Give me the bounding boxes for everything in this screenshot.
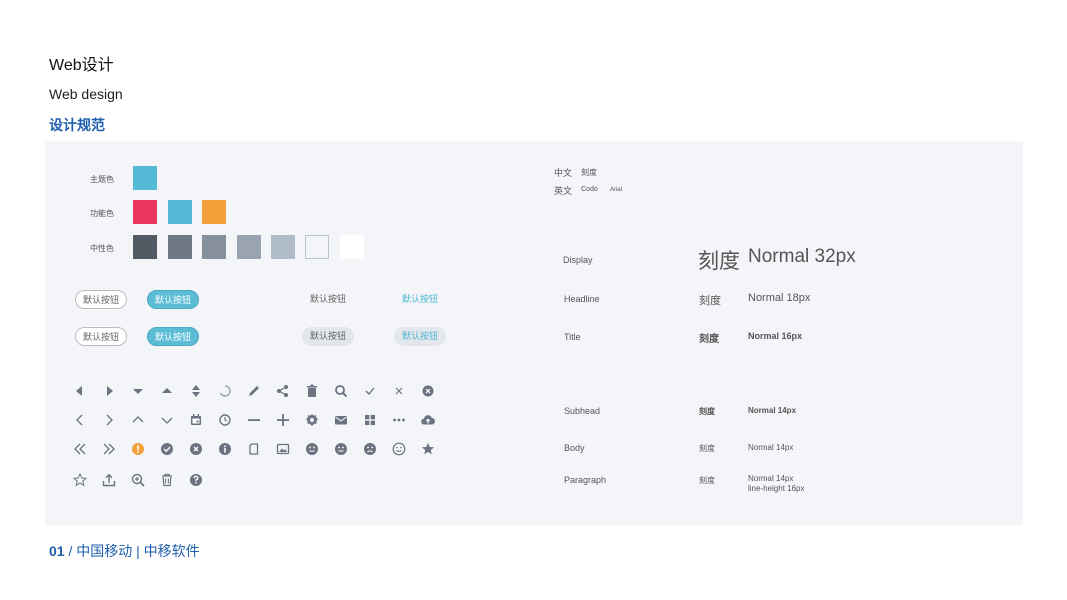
default-text-accent-button[interactable]: 默认按钮 bbox=[394, 290, 446, 309]
default-grey-button[interactable]: 默认按钮 bbox=[302, 327, 354, 346]
typo-display-spec: Normal 32px bbox=[748, 246, 856, 267]
chevron-up-icon[interactable] bbox=[129, 411, 147, 429]
typo-body-sample: 刻度 bbox=[699, 444, 715, 453]
section-title: 设计规范 bbox=[49, 117, 105, 133]
minus-icon[interactable] bbox=[245, 411, 263, 429]
function-color-swatch-blue bbox=[168, 200, 192, 224]
neutral-color-swatch bbox=[133, 235, 157, 259]
sad-face-icon[interactable] bbox=[361, 440, 379, 458]
error-circle-icon bbox=[187, 440, 205, 458]
default-primary-button[interactable]: 默认按钮 bbox=[147, 290, 199, 309]
chevron-left-icon[interactable] bbox=[71, 411, 89, 429]
delete-icon[interactable] bbox=[303, 382, 321, 400]
caret-right-icon[interactable] bbox=[100, 382, 118, 400]
typo-subhead-spec: Normal 14px bbox=[748, 406, 797, 415]
share-icon[interactable] bbox=[274, 382, 292, 400]
neutral-color-swatch bbox=[340, 235, 364, 259]
sort-icon[interactable] bbox=[187, 382, 205, 400]
footer-separator: / bbox=[68, 543, 73, 559]
edit-icon[interactable] bbox=[245, 382, 263, 400]
clock-icon[interactable] bbox=[216, 411, 234, 429]
typo-paragraph-line-height: line-height 16px bbox=[748, 484, 805, 493]
function-color-swatch-orange bbox=[202, 200, 226, 224]
typo-body-name: Body bbox=[564, 443, 585, 453]
footer: 01 / 中国移动 | 中移软件 bbox=[49, 541, 200, 561]
typo-subhead-sample: 刻度 bbox=[699, 407, 715, 416]
more-icon[interactable] bbox=[390, 411, 408, 429]
caret-up-icon[interactable] bbox=[158, 382, 176, 400]
neutral-color-swatch bbox=[237, 235, 261, 259]
typo-display-name: Display bbox=[563, 255, 593, 265]
image-icon[interactable] bbox=[274, 440, 292, 458]
font-en-value-codo: Codo bbox=[581, 186, 598, 193]
grid-icon[interactable] bbox=[361, 411, 379, 429]
page-title: Web设计 bbox=[49, 57, 114, 74]
chevron-right-icon[interactable] bbox=[100, 411, 118, 429]
typo-paragraph-name: Paragraph bbox=[564, 475, 607, 485]
plus-icon[interactable] bbox=[274, 411, 292, 429]
upload-icon[interactable] bbox=[100, 471, 118, 489]
font-en-label: 英文 bbox=[554, 186, 573, 196]
typo-paragraph-spec: Normal 14px bbox=[748, 474, 794, 483]
cloud-upload-icon[interactable] bbox=[419, 411, 437, 429]
typo-display-sample: 刻度 bbox=[698, 250, 740, 273]
typo-subhead-name: Subhead bbox=[564, 406, 601, 416]
close-circle-icon[interactable] bbox=[419, 382, 437, 400]
typo-title-name: Title bbox=[564, 332, 581, 342]
typo-title-spec: Normal 16px bbox=[748, 331, 803, 341]
function-color-swatch-red bbox=[133, 200, 157, 224]
typo-body-spec: Normal 14px bbox=[748, 443, 794, 452]
default-text-button[interactable]: 默认按钮 bbox=[302, 290, 354, 309]
help-circle-icon[interactable] bbox=[187, 471, 205, 489]
typo-headline-spec: Normal 18px bbox=[748, 292, 811, 304]
theme-color-label: 主题色 bbox=[90, 175, 114, 184]
warning-icon bbox=[129, 440, 147, 458]
star-filled-icon[interactable] bbox=[419, 440, 437, 458]
font-en-value-arial: Arial bbox=[610, 187, 623, 193]
search-icon[interactable] bbox=[332, 382, 350, 400]
neutral-face-icon[interactable] bbox=[332, 440, 350, 458]
zoom-in-icon[interactable] bbox=[129, 471, 147, 489]
check-circle-icon bbox=[158, 440, 176, 458]
default-primary-button-hover[interactable]: 默认按钮 bbox=[147, 327, 199, 346]
neutral-color-swatch bbox=[271, 235, 295, 259]
smile-outline-icon[interactable] bbox=[390, 440, 408, 458]
double-chevron-left-icon[interactable] bbox=[71, 440, 89, 458]
default-outline-button[interactable]: 默认按钮 bbox=[75, 290, 127, 309]
typo-title-sample: 刻度 bbox=[699, 334, 719, 345]
trash-outline-icon[interactable] bbox=[158, 471, 176, 489]
mail-icon[interactable] bbox=[332, 411, 350, 429]
function-color-label: 功能色 bbox=[90, 209, 114, 218]
smile-icon[interactable] bbox=[303, 440, 321, 458]
check-icon[interactable] bbox=[361, 382, 379, 400]
typo-headline-name: Headline bbox=[564, 294, 600, 304]
info-circle-icon bbox=[216, 440, 234, 458]
neutral-color-swatch bbox=[168, 235, 192, 259]
neutral-color-swatch bbox=[305, 235, 329, 259]
caret-left-icon[interactable] bbox=[71, 382, 89, 400]
typo-paragraph-sample: 刻度 bbox=[699, 476, 715, 485]
page-subtitle: Web design bbox=[49, 86, 123, 102]
font-cn-label: 中文 bbox=[554, 168, 573, 178]
footer-page-number: 01 bbox=[49, 543, 65, 559]
default-outline-button-hover[interactable]: 默认按钮 bbox=[75, 327, 127, 346]
footer-text: 中国移动 | 中移软件 bbox=[76, 543, 200, 559]
document-icon[interactable] bbox=[245, 440, 263, 458]
star-outline-icon[interactable] bbox=[71, 471, 89, 489]
neutral-color-swatch bbox=[202, 235, 226, 259]
chevron-down-icon[interactable] bbox=[158, 411, 176, 429]
calendar-icon[interactable] bbox=[187, 411, 205, 429]
theme-color-swatch bbox=[133, 166, 157, 190]
default-grey-accent-button[interactable]: 默认按钮 bbox=[394, 327, 446, 346]
typo-headline-sample: 刻度 bbox=[699, 295, 721, 307]
neutral-color-label: 中性色 bbox=[90, 244, 114, 253]
double-chevron-right-icon[interactable] bbox=[100, 440, 118, 458]
close-icon[interactable] bbox=[390, 382, 408, 400]
font-cn-value: 刻度 bbox=[581, 168, 597, 177]
loading-icon bbox=[216, 382, 234, 400]
gear-icon[interactable] bbox=[303, 411, 321, 429]
caret-down-icon[interactable] bbox=[129, 382, 147, 400]
